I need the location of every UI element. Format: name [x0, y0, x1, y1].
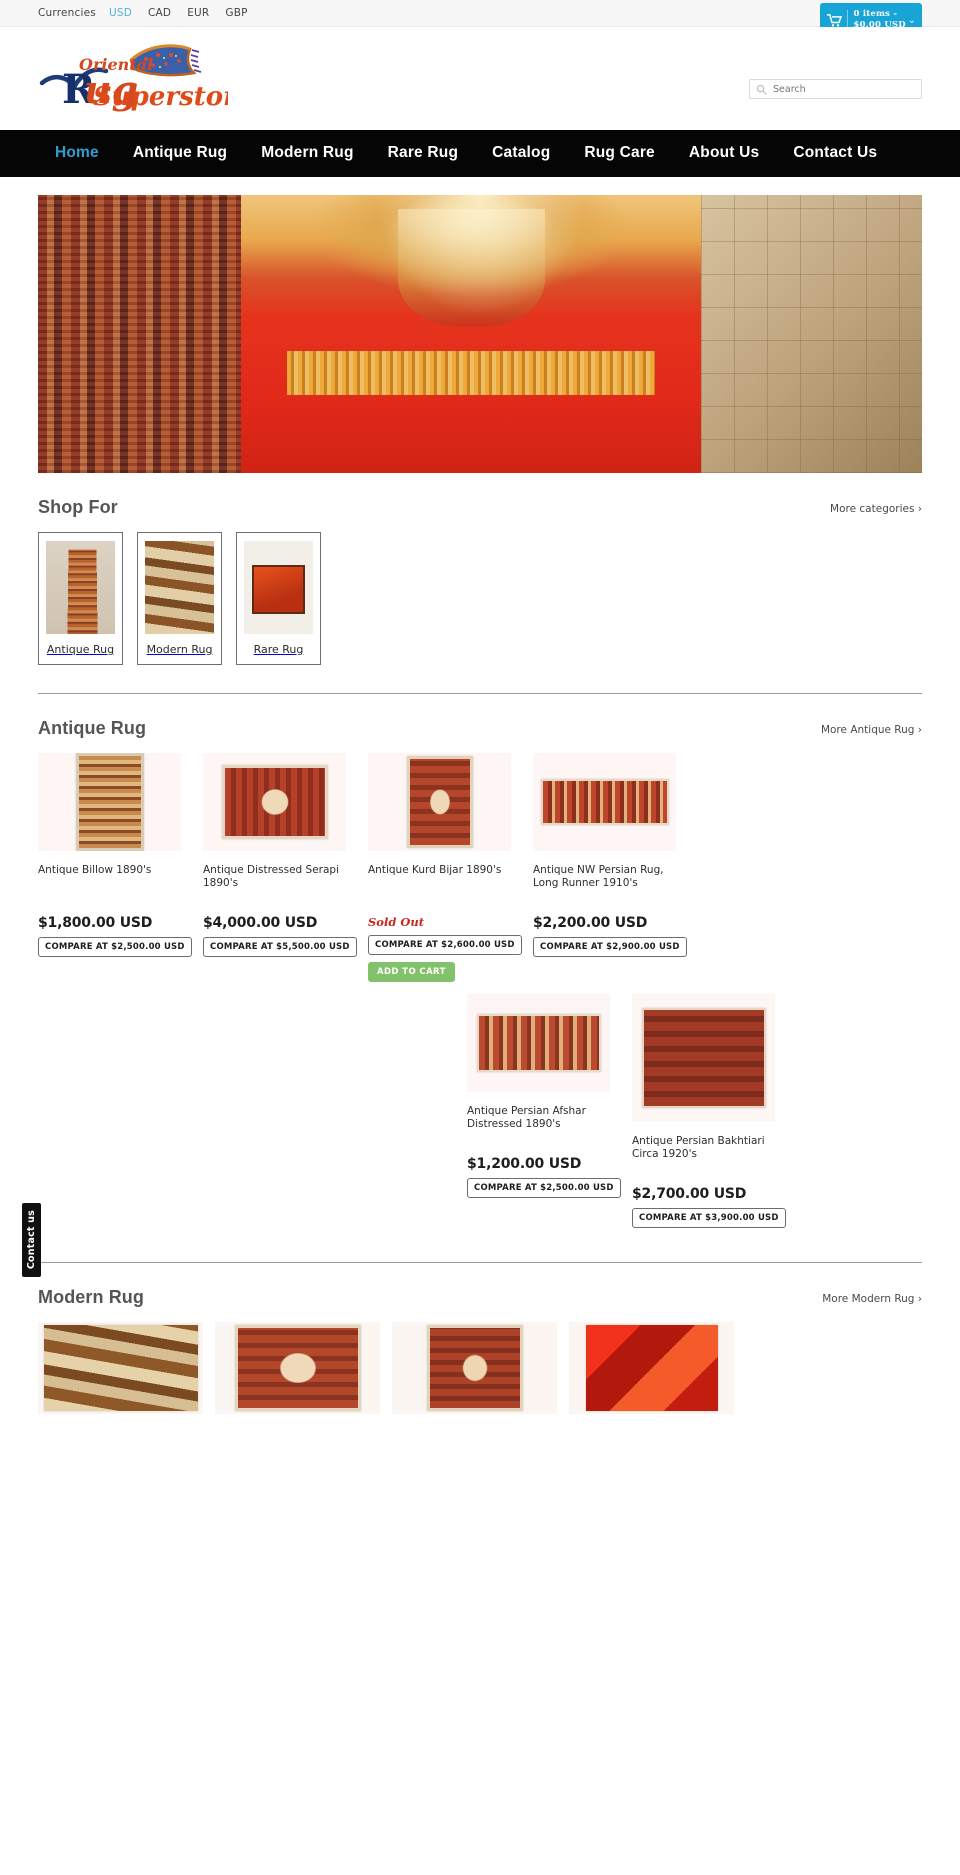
product-card[interactable]	[215, 1322, 380, 1414]
category-thumb-antique-rug	[46, 541, 115, 634]
contact-us-tab[interactable]: Contact us	[22, 1203, 41, 1277]
masthead: Oriental R ug Superstore	[0, 27, 960, 130]
antique-rug-header: Antique Rug More Antique Rug ›	[38, 694, 922, 753]
shop-for-header: Shop For More categories ›	[38, 473, 922, 532]
product-title[interactable]: Antique Persian Bakhtiari Circa 1920's	[632, 1135, 775, 1161]
product-image[interactable]	[632, 994, 775, 1122]
category-card-modern-rug[interactable]: Modern Rug	[137, 532, 222, 665]
search-input[interactable]	[771, 82, 915, 96]
shopping-cart-icon	[827, 13, 842, 27]
site-logo[interactable]: Oriental R ug Superstore	[38, 37, 228, 115]
more-categories-link[interactable]: More categories ›	[830, 503, 922, 518]
category-thumb-modern-rug	[145, 541, 214, 634]
category-card-list: Antique Rug Modern Rug Rare Rug	[38, 532, 922, 671]
product-image[interactable]	[569, 1322, 734, 1414]
modern-rug-header: Modern Rug More Modern Rug ›	[38, 1263, 922, 1322]
nav-item-rare-rug[interactable]: Rare Rug	[371, 139, 476, 167]
modern-rug-product-grid	[38, 1322, 922, 1426]
category-card-antique-rug[interactable]: Antique Rug	[38, 532, 123, 665]
product-title[interactable]: Antique Billow 1890's	[38, 864, 181, 890]
product-compare-badge: COMPARE AT $3,900.00 USD	[632, 1208, 786, 1228]
modern-rug-section: Modern Rug More Modern Rug ›	[0, 1263, 960, 1426]
chevron-down-icon[interactable]: ⌄	[908, 15, 916, 26]
product-price: $1,200.00 USD	[467, 1156, 582, 1172]
product-title[interactable]: Antique Kurd Bijar 1890's	[368, 864, 511, 890]
antique-rug-title: Antique Rug	[38, 718, 147, 738]
product-sold-out-label: Sold Out	[368, 915, 425, 929]
shop-for-title: Shop For	[38, 497, 118, 517]
product-image[interactable]	[203, 753, 346, 851]
currency-bar: Currencies USD CAD EUR GBP	[0, 0, 960, 27]
category-label-antique-rug: Antique Rug	[46, 643, 115, 656]
nav-item-home[interactable]: Home	[38, 139, 116, 167]
product-compare-badge: COMPARE AT $2,500.00 USD	[467, 1178, 621, 1198]
more-antique-rug-link[interactable]: More Antique Rug ›	[821, 724, 922, 739]
hero-banner-image[interactable]	[38, 195, 922, 473]
hero-glow	[373, 195, 587, 318]
category-card-rare-rug[interactable]: Rare Rug	[236, 532, 321, 665]
currency-eur[interactable]: EUR	[184, 7, 212, 19]
antique-rug-product-grid: Antique Billow 1890's $1,800.00 USD COMP…	[38, 753, 922, 1240]
product-card[interactable]: Antique Persian Bakhtiari Circa 1920's $…	[632, 994, 786, 1228]
product-title[interactable]: Antique NW Persian Rug, Long Runner 1910…	[533, 864, 676, 890]
currency-usd[interactable]: USD	[106, 7, 135, 19]
product-image[interactable]	[368, 753, 511, 851]
currency-gbp[interactable]: GBP	[222, 7, 250, 19]
main-navigation: Home Antique Rug Modern Rug Rare Rug Cat…	[0, 130, 960, 177]
product-card[interactable]: Antique Kurd Bijar 1890's Sold Out COMPA…	[368, 753, 522, 982]
shop-for-section: Shop For More categories › Antique Rug M…	[0, 473, 960, 694]
more-modern-rug-link[interactable]: More Modern Rug ›	[822, 1293, 922, 1308]
currencies-label: Currencies	[38, 7, 96, 19]
product-card[interactable]: Antique Distressed Serapi 1890's $4,000.…	[203, 753, 357, 957]
search-box[interactable]	[749, 79, 922, 99]
hero-segment-right	[701, 195, 922, 473]
contact-us-tab-label: Contact us	[26, 1210, 37, 1270]
nav-item-modern-rug[interactable]: Modern Rug	[244, 139, 370, 167]
search-field[interactable]	[749, 79, 922, 99]
category-label-modern-rug: Modern Rug	[146, 643, 213, 656]
product-title[interactable]: Antique Persian Afshar Distressed 1890's	[467, 1105, 610, 1131]
product-card[interactable]	[569, 1322, 734, 1414]
product-image[interactable]	[533, 753, 676, 851]
nav-item-antique-rug[interactable]: Antique Rug	[116, 139, 244, 167]
nav-item-about-us[interactable]: About Us	[672, 139, 776, 167]
hero-banner-wrap	[0, 177, 960, 473]
modern-rug-title: Modern Rug	[38, 1287, 144, 1307]
hero-segment-left	[38, 195, 242, 473]
product-card[interactable]: Antique NW Persian Rug, Long Runner 1910…	[533, 753, 687, 957]
product-compare-badge: COMPARE AT $5,500.00 USD	[203, 937, 357, 957]
product-price: $2,700.00 USD	[632, 1186, 747, 1202]
search-icon	[756, 84, 767, 95]
product-compare-badge: COMPARE AT $2,600.00 USD	[368, 935, 522, 955]
product-price: $2,200.00 USD	[533, 915, 648, 931]
nav-item-catalog[interactable]: Catalog	[475, 139, 567, 167]
page-root: Currencies USD CAD EUR GBP 0 items - $0.…	[0, 0, 960, 1426]
product-card[interactable]	[38, 1322, 203, 1414]
currency-cad[interactable]: CAD	[145, 7, 174, 19]
product-image[interactable]	[38, 1322, 203, 1414]
category-label-rare-rug: Rare Rug	[253, 643, 304, 656]
product-image[interactable]	[392, 1322, 557, 1414]
product-card[interactable]	[392, 1322, 557, 1414]
product-compare-badge: COMPARE AT $2,900.00 USD	[533, 937, 687, 957]
product-compare-badge: COMPARE AT $2,500.00 USD	[38, 937, 192, 957]
product-image[interactable]	[38, 753, 181, 851]
add-to-cart-button[interactable]: ADD TO CART	[368, 962, 455, 982]
product-price: $4,000.00 USD	[203, 915, 318, 931]
product-price: $1,800.00 USD	[38, 915, 153, 931]
nav-item-rug-care[interactable]: Rug Care	[567, 139, 672, 167]
category-thumb-rare-rug	[244, 541, 313, 634]
antique-rug-section: Antique Rug More Antique Rug › Antique B…	[0, 694, 960, 1263]
product-title[interactable]: Antique Distressed Serapi 1890's	[203, 864, 346, 890]
product-card[interactable]: Antique Persian Afshar Distressed 1890's…	[467, 994, 621, 1198]
product-image[interactable]	[467, 994, 610, 1092]
svg-text:Superstore: Superstore	[93, 82, 228, 112]
nav-item-contact-us[interactable]: Contact Us	[776, 139, 894, 167]
product-card[interactable]: Antique Billow 1890's $1,800.00 USD COMP…	[38, 753, 192, 957]
product-image[interactable]	[215, 1322, 380, 1414]
